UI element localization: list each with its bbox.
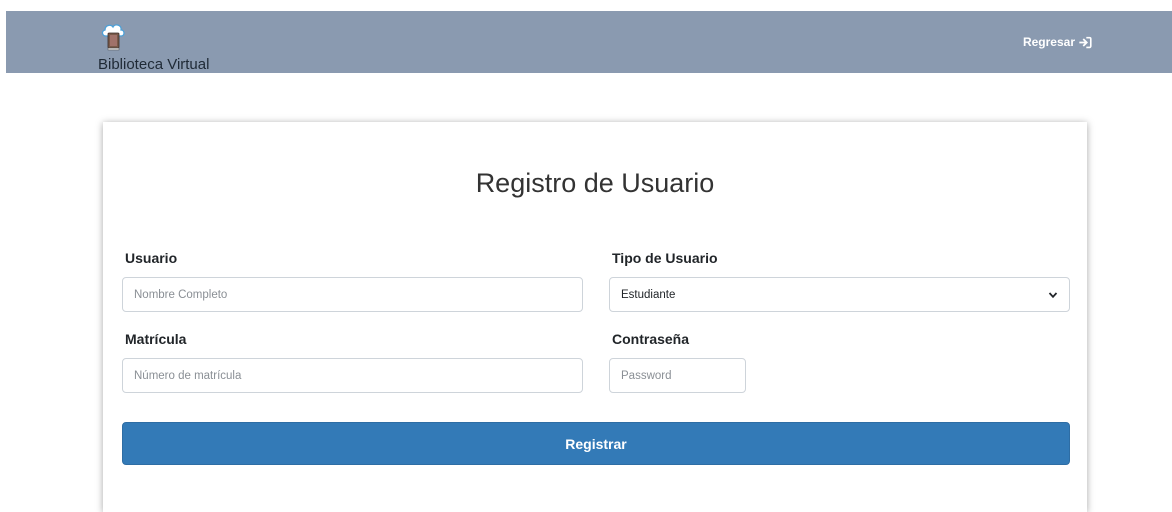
- contrasena-label: Contraseña: [612, 331, 690, 347]
- cloud-book-icon: [101, 24, 125, 51]
- back-link-label: Regresar: [1022, 35, 1075, 49]
- usuario-label: Usuario: [125, 250, 178, 266]
- registration-card: Registro de Usuario Usuario Tipo de Usua…: [103, 122, 1087, 512]
- matricula-label: Matrícula: [125, 331, 187, 347]
- top-navbar: Biblioteca Virtual Regresar: [6, 11, 1172, 73]
- matricula-input[interactable]: [122, 358, 583, 393]
- back-link[interactable]: Regresar: [1023, 35, 1092, 49]
- chevron-down-icon: [1048, 291, 1058, 298]
- tipo-usuario-selected: Estudiante: [621, 288, 676, 301]
- password-input[interactable]: [609, 358, 746, 393]
- tipo-usuario-label: Tipo de Usuario: [612, 250, 718, 266]
- brand-text: Biblioteca Virtual: [98, 56, 210, 73]
- registrar-button[interactable]: Registrar: [122, 422, 1070, 465]
- tipo-usuario-select[interactable]: Estudiante: [609, 277, 1070, 312]
- usuario-input[interactable]: [122, 277, 583, 312]
- page-title: Registro de Usuario: [475, 168, 715, 198]
- sign-in-icon: [1079, 36, 1092, 48]
